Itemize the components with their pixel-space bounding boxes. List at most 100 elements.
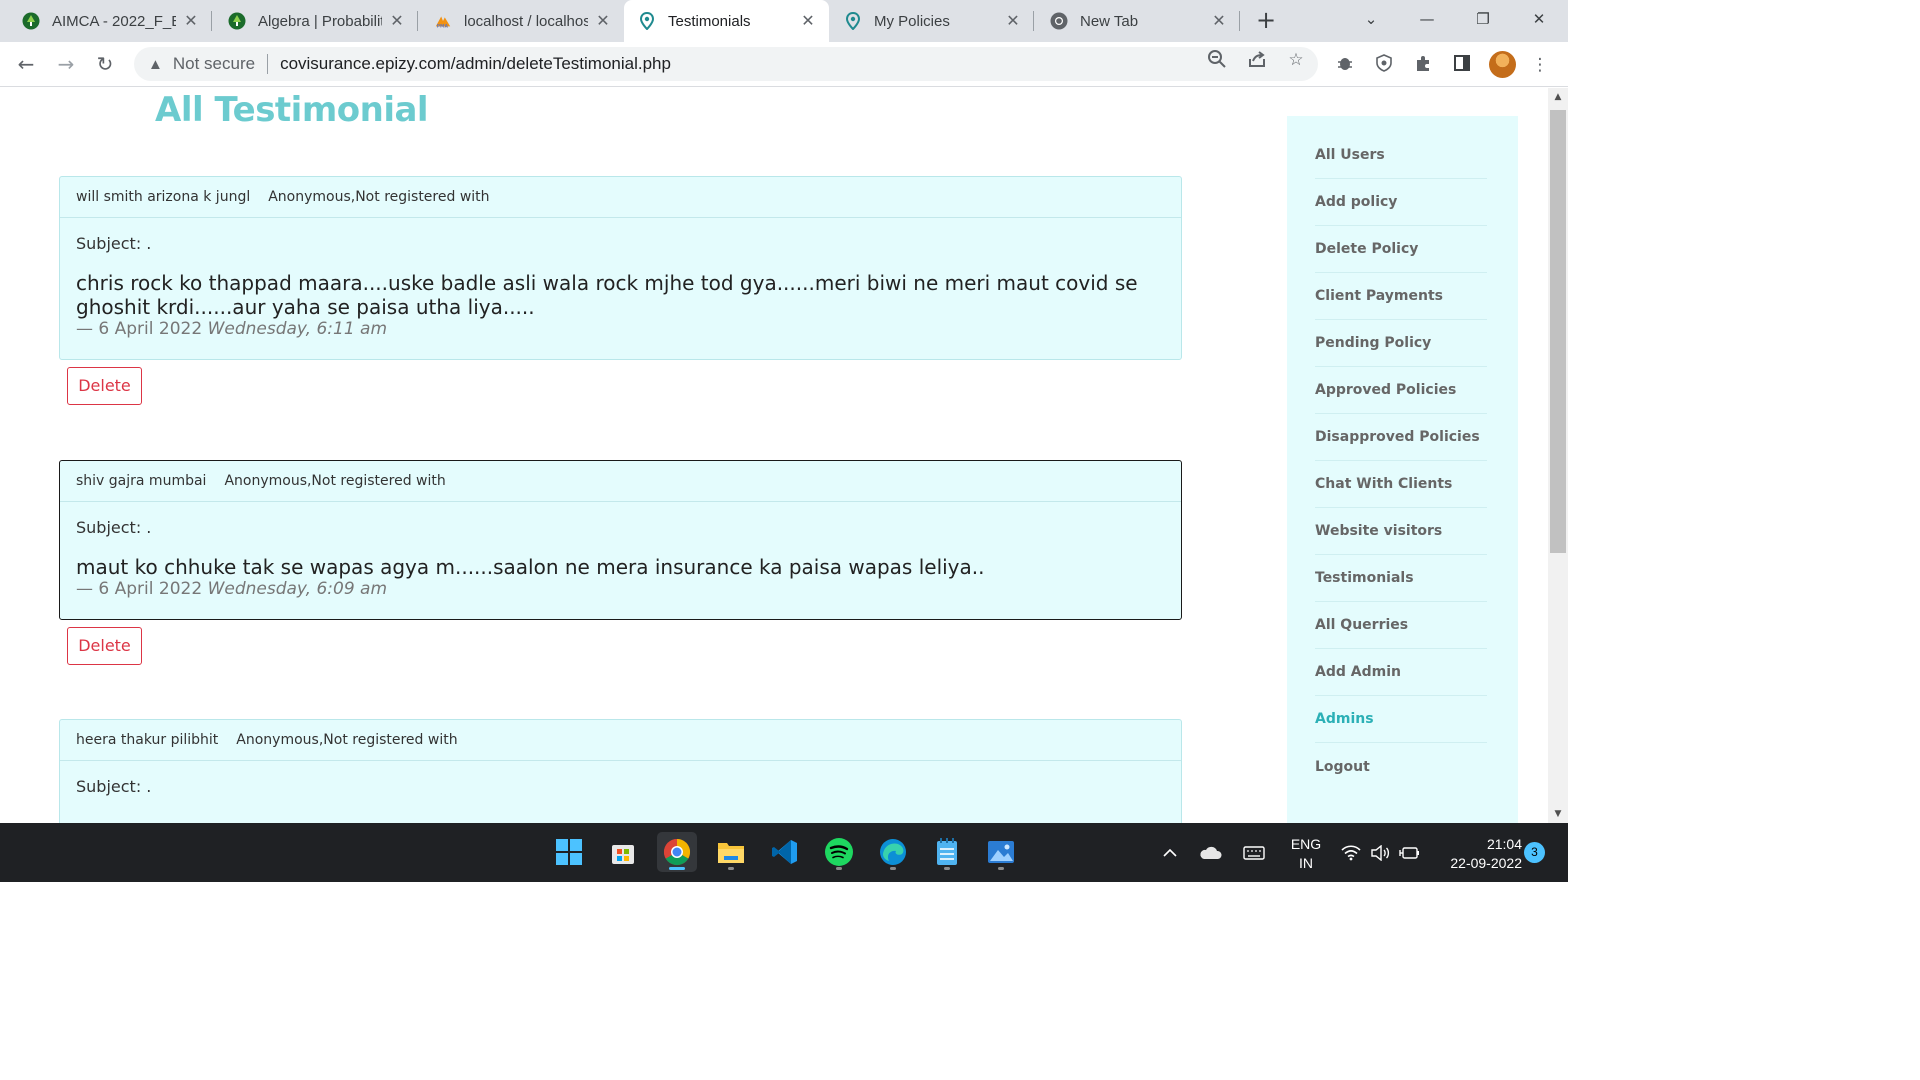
notepad-icon[interactable] bbox=[927, 832, 967, 872]
testimonial-author: will smith arizona k jungl bbox=[76, 189, 251, 205]
tab-title: Testimonials bbox=[668, 12, 751, 30]
sidebar-item-website-visitors[interactable]: Website visitors bbox=[1315, 508, 1487, 555]
delete-button[interactable]: Delete bbox=[67, 367, 142, 405]
bookmark-star-icon[interactable]: ☆ bbox=[1285, 49, 1307, 71]
testimonial-subject: Subject: . bbox=[76, 234, 152, 253]
browser-tab[interactable]: PMA localhost / localhos ✕ bbox=[420, 0, 624, 42]
edge-icon[interactable] bbox=[873, 832, 913, 872]
battery-charging-icon[interactable] bbox=[1399, 823, 1421, 882]
minimize-button[interactable]: — bbox=[1407, 0, 1447, 38]
forward-arrow-icon[interactable]: → bbox=[52, 50, 80, 78]
wifi-icon[interactable] bbox=[1341, 823, 1361, 882]
testimonial-body: Subject: . maut ko chhuke tak se wapas a… bbox=[60, 502, 1181, 615]
testimonial-card: will smith arizona k jungl Anonymous,Not… bbox=[59, 176, 1182, 360]
testimonial-date: — 6 April 2022 bbox=[76, 319, 203, 339]
sidebar-item-logout[interactable]: Logout bbox=[1315, 743, 1487, 790]
tab-separator bbox=[211, 11, 212, 31]
sidebar-item-client-payments[interactable]: Client Payments bbox=[1315, 273, 1487, 320]
sidebar-item-disapproved-policies[interactable]: Disapproved Policies bbox=[1315, 414, 1487, 461]
spotify-icon[interactable] bbox=[819, 832, 859, 872]
testimonial-date-line: — 6 April 2022 Wednesday, 6:11 am bbox=[76, 319, 1165, 339]
photos-icon[interactable] bbox=[981, 832, 1021, 872]
location-pin-icon bbox=[638, 12, 656, 30]
puzzle-extensions-icon[interactable] bbox=[1412, 54, 1434, 76]
testimonial-status: Anonymous,Not registered with bbox=[224, 473, 446, 489]
green-tree-icon bbox=[22, 12, 40, 30]
windows-start-icon[interactable] bbox=[549, 832, 589, 872]
vertical-scrollbar[interactable]: ▲ ▼ bbox=[1548, 88, 1568, 823]
scroll-up-arrow-icon[interactable]: ▲ bbox=[1548, 88, 1568, 106]
touch-keyboard-icon[interactable] bbox=[1243, 823, 1265, 882]
page-content: All Testimonial will smith arizona k jun… bbox=[0, 88, 1548, 823]
share-icon[interactable] bbox=[1246, 49, 1268, 71]
vscode-icon[interactable] bbox=[765, 832, 805, 872]
notification-badge[interactable]: 3 bbox=[1524, 842, 1545, 863]
browser-tab[interactable]: AIMCA - 2022_F_Ba ✕ bbox=[8, 0, 212, 42]
testimonial-date: — 6 April 2022 bbox=[76, 579, 203, 599]
shield-extension-icon[interactable] bbox=[1373, 54, 1395, 76]
address-bar[interactable]: ▲ Not secure covisurance.epizy.com/admin… bbox=[134, 47, 1318, 81]
sidebar-item-chat-with-clients[interactable]: Chat With Clients bbox=[1315, 461, 1487, 508]
tab-title: Algebra | Probabilit bbox=[258, 12, 382, 30]
sidebar-item-all-querries[interactable]: All Querries bbox=[1315, 602, 1487, 649]
tab-separator bbox=[1033, 11, 1034, 31]
region-code: IN bbox=[1299, 855, 1313, 871]
new-tab-button[interactable]: + bbox=[1252, 6, 1280, 34]
language-code: ENG bbox=[1290, 836, 1322, 852]
sidebar-item-delete-policy[interactable]: Delete Policy bbox=[1315, 226, 1487, 273]
zoom-out-icon[interactable] bbox=[1206, 49, 1228, 71]
browser-tab[interactable]: Algebra | Probabilit ✕ bbox=[214, 0, 418, 42]
svg-text:PMA: PMA bbox=[437, 23, 449, 29]
close-icon[interactable]: ✕ bbox=[1004, 11, 1022, 31]
more-menu-icon[interactable]: ⋮ bbox=[1529, 54, 1551, 76]
browser-tab[interactable]: New Tab ✕ bbox=[1036, 0, 1240, 42]
sidebar-item-admins[interactable]: Admins bbox=[1315, 696, 1487, 743]
chrome-icon bbox=[1050, 12, 1068, 30]
onedrive-cloud-icon[interactable] bbox=[1198, 823, 1222, 882]
close-icon[interactable]: ✕ bbox=[799, 11, 817, 31]
chrome-icon[interactable] bbox=[657, 832, 697, 872]
tab-search-chevron-icon[interactable]: ⌄ bbox=[1351, 0, 1391, 38]
delete-button[interactable]: Delete bbox=[67, 627, 142, 665]
clock-date: 22-09-2022 bbox=[1450, 855, 1522, 871]
omnibox-divider bbox=[267, 54, 269, 74]
testimonial-card: shiv gajra mumbai Anonymous,Not register… bbox=[59, 460, 1182, 620]
volume-icon[interactable] bbox=[1370, 823, 1390, 882]
testimonial-message: chris rock ko thappad maara....uske badl… bbox=[76, 271, 1138, 319]
running-indicator bbox=[998, 867, 1004, 870]
restore-button[interactable]: ❐ bbox=[1463, 0, 1503, 38]
close-icon[interactable]: ✕ bbox=[182, 11, 200, 31]
sidebar-item-pending-policy[interactable]: Pending Policy bbox=[1315, 320, 1487, 367]
file-explorer-icon[interactable] bbox=[711, 832, 751, 872]
close-icon[interactable]: ✕ bbox=[1210, 11, 1228, 31]
language-indicator[interactable]: ENG IN bbox=[1289, 835, 1323, 873]
sidebar-item-approved-policies[interactable]: Approved Policies bbox=[1315, 367, 1487, 414]
clock[interactable]: 21:04 22-09-2022 bbox=[1432, 835, 1522, 873]
close-icon[interactable]: ✕ bbox=[594, 11, 612, 31]
testimonial-status: Anonymous,Not registered with bbox=[236, 732, 458, 748]
security-label[interactable]: Not secure bbox=[173, 54, 255, 74]
scroll-down-arrow-icon[interactable]: ▼ bbox=[1548, 805, 1568, 823]
scrollbar-thumb[interactable] bbox=[1550, 110, 1566, 553]
testimonial-body: Subject: . bbox=[60, 761, 1181, 812]
url-text[interactable]: covisurance.epizy.com/admin/deleteTestim… bbox=[280, 54, 671, 74]
show-hidden-icons-chevron-icon[interactable] bbox=[1162, 823, 1178, 882]
bug-extension-icon[interactable] bbox=[1334, 54, 1356, 76]
microsoft-store-icon[interactable] bbox=[603, 832, 643, 872]
sidebar-item-testimonials[interactable]: Testimonials bbox=[1315, 555, 1487, 602]
warning-triangle-icon[interactable]: ▲ bbox=[148, 56, 163, 73]
sidebar-item-add-admin[interactable]: Add Admin bbox=[1315, 649, 1487, 696]
back-arrow-icon[interactable]: ← bbox=[12, 50, 40, 78]
sidebar-item-add-policy[interactable]: Add policy bbox=[1315, 179, 1487, 226]
testimonial-author: heera thakur pilibhit bbox=[76, 732, 219, 748]
browser-tab-active[interactable]: Testimonials ✕ bbox=[624, 0, 829, 42]
reload-icon[interactable]: ↻ bbox=[91, 50, 119, 78]
sidebar-item-all-users[interactable]: All Users bbox=[1315, 132, 1487, 179]
close-window-button[interactable]: ✕ bbox=[1519, 0, 1559, 38]
close-icon[interactable]: ✕ bbox=[388, 11, 406, 31]
side-panel-icon[interactable] bbox=[1451, 54, 1473, 76]
browser-tab[interactable]: My Policies ✕ bbox=[830, 0, 1034, 42]
profile-avatar[interactable] bbox=[1489, 51, 1516, 78]
green-tree-icon bbox=[228, 12, 246, 30]
tab-separator bbox=[417, 11, 418, 31]
